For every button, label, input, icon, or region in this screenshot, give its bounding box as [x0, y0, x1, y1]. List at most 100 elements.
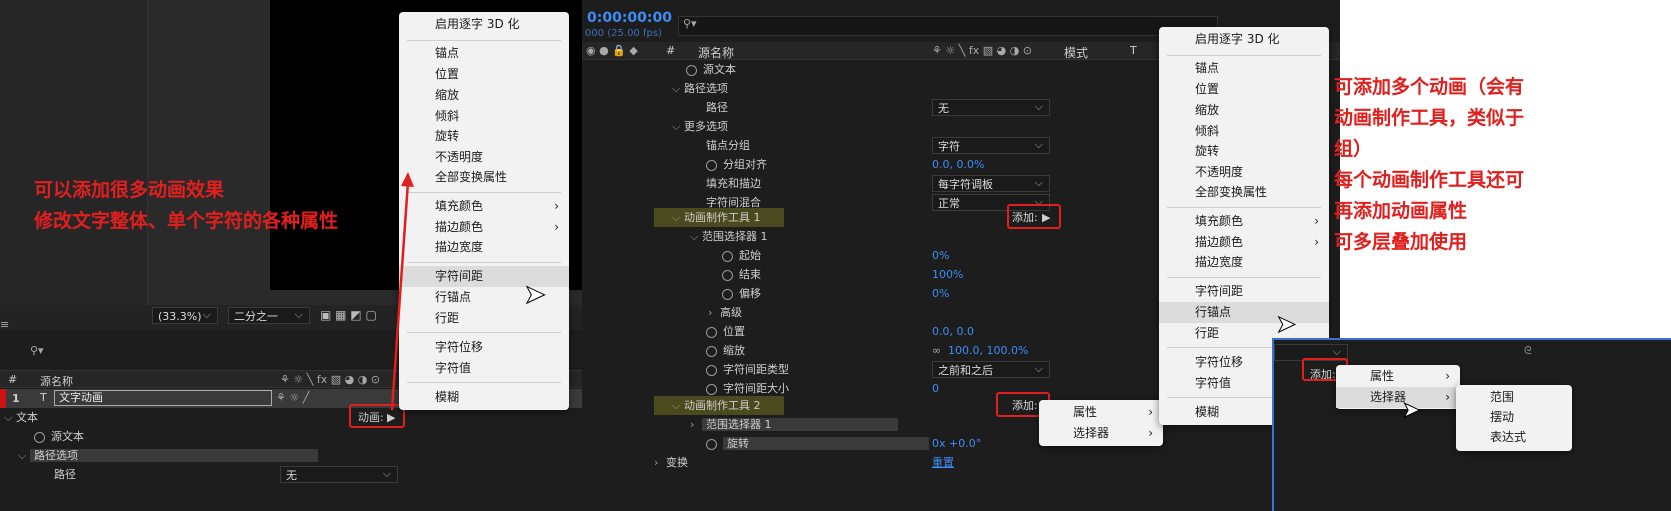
- text-layer-icon: T: [40, 391, 47, 404]
- mouse-cursor-icon: ➤: [524, 280, 547, 311]
- menu-item-opacity[interactable]: 不透明度: [399, 147, 569, 168]
- menu-item-char-offset[interactable]: 字符位移: [399, 337, 569, 358]
- search-field[interactable]: ⚲▾: [678, 16, 1218, 36]
- menu-item-all-transform[interactable]: 全部变换属性: [1159, 182, 1329, 203]
- menu-item-range[interactable]: 范围: [1456, 387, 1572, 408]
- menu-icon[interactable]: ≡: [0, 318, 9, 331]
- menu-item-char-value[interactable]: 字符值: [399, 358, 569, 379]
- menu-item-property[interactable]: 属性 ›: [1336, 366, 1460, 387]
- submenu-arrow-icon: ›: [554, 199, 559, 213]
- timecode[interactable]: 0:00:00:00: [587, 10, 672, 26]
- annotation-line: 可以添加很多动画效果: [34, 179, 225, 201]
- menu-item-property[interactable]: 属性 ›: [1039, 402, 1163, 423]
- search-icon[interactable]: ⚲▾: [30, 344, 44, 357]
- path-options-row[interactable]: ⌵ 路径选项: [0, 446, 582, 465]
- annotation-line: 可添加多个动画（会有: [1334, 76, 1525, 98]
- mouse-cursor-icon: ➤: [1275, 310, 1297, 339]
- menu-item-scale[interactable]: 缩放: [399, 85, 569, 106]
- submenu-arrow-icon: ›: [1314, 214, 1319, 228]
- zoom-dropdown[interactable]: (33.3%): [152, 306, 218, 324]
- menu-item-all-transform[interactable]: 全部变换属性: [399, 167, 569, 188]
- fill-stroke-dropdown[interactable]: 每字符调板: [932, 174, 1050, 192]
- left-animate-menu: 启用逐字 3D 化 锚点 位置 缩放 倾斜 旋转 不透明度 全部变换属性 填充颜…: [399, 12, 569, 410]
- header-mode: 模式: [1064, 46, 1089, 60]
- menu-item-position[interactable]: 位置: [1159, 79, 1329, 100]
- path-dropdown[interactable]: 无: [280, 465, 398, 483]
- menu-item-wiggly[interactable]: 摆动: [1456, 407, 1572, 428]
- prop-row[interactable]: 旋转 0x +0.0°: [582, 434, 1340, 453]
- inset-add-menu: 属性 › 选择器 ›: [1336, 365, 1460, 409]
- submenu-arrow-icon: ›: [554, 220, 559, 234]
- menu-item-rotation[interactable]: 旋转: [399, 126, 569, 147]
- menu-item-fill-color[interactable]: 填充颜色 ›: [1159, 211, 1329, 232]
- submenu-arrow-icon: ›: [1445, 369, 1450, 383]
- menu-item-enable-3d[interactable]: 启用逐字 3D 化: [1159, 29, 1329, 50]
- layer-name-field[interactable]: 文字动画: [54, 390, 272, 406]
- menu-item-anchor[interactable]: 锚点: [399, 43, 569, 64]
- add-highlight-1: [1007, 204, 1061, 229]
- annotation-line: 每个动画制作工具还可: [1334, 169, 1525, 191]
- prop-row[interactable]: › 变换 重置: [582, 453, 1340, 472]
- menu-item-scale[interactable]: 缩放: [1159, 100, 1329, 121]
- header-name: 源名称: [40, 375, 73, 388]
- annotation-line: 可多层叠加使用: [1334, 231, 1468, 253]
- path-dropdown[interactable]: 无: [932, 98, 1050, 116]
- header-t: T: [1130, 44, 1137, 57]
- source-text-row[interactable]: 源文本: [0, 427, 582, 446]
- menu-item-stroke-color[interactable]: 描边颜色 ›: [399, 217, 569, 238]
- annotation-line: 修改文字整体、单个字符的各种属性: [34, 210, 339, 232]
- submenu-arrow-icon: ›: [1445, 390, 1450, 404]
- path-options-label: 路径选项: [30, 449, 318, 462]
- link-icon[interactable]: ∞: [932, 341, 941, 360]
- menu-item-expression[interactable]: 表达式: [1456, 427, 1572, 448]
- menu-item-anchor[interactable]: 锚点: [1159, 58, 1329, 79]
- layer-switches[interactable]: ⚘ ☼ ╱: [276, 391, 309, 404]
- switch-icons: ⚘ ☼ ╲ fx ▧ ◕ ◑ ⊙: [280, 373, 381, 386]
- resolution-dropdown[interactable]: 二分之一: [228, 306, 310, 324]
- anchor-group-dropdown[interactable]: 字符: [932, 136, 1050, 154]
- selector-submenu: 范围 摆动 表达式: [1456, 385, 1572, 451]
- add-submenu: 属性 › 选择器 ›: [1039, 400, 1163, 446]
- menu-item-opacity[interactable]: 不透明度: [1159, 162, 1329, 183]
- annotation-left: 可以添加很多动画效果 修改文字整体、单个字符的各种属性: [34, 175, 338, 237]
- menu-item-line-spacing[interactable]: 行距: [399, 308, 569, 329]
- menu-item-rotation[interactable]: 旋转: [1159, 141, 1329, 162]
- menu-item-line-anchor[interactable]: 行锚点: [1159, 302, 1329, 323]
- annotation-right: 可添加多个动画（会有 动画制作工具，类似于 组） 每个动画制作工具还可 再添加动…: [1334, 72, 1524, 258]
- menu-item-selector[interactable]: 选择器 ›: [1039, 423, 1163, 444]
- submenu-arrow-icon: ›: [1148, 405, 1153, 419]
- submenu-arrow-icon: ›: [1314, 235, 1319, 249]
- submenu-arrow-icon: ›: [1148, 426, 1153, 440]
- header-num: #: [8, 373, 18, 386]
- annotation-line: 再添加动画属性: [1334, 200, 1468, 222]
- menu-item-skew[interactable]: 倾斜: [1159, 121, 1329, 142]
- tracking-type-dropdown[interactable]: 之前和之后: [932, 360, 1050, 378]
- header-num: #: [666, 44, 676, 57]
- menu-item-enable-3d[interactable]: 启用逐字 3D 化: [399, 14, 569, 35]
- annotation-arrow: [390, 172, 414, 411]
- menu-item-skew[interactable]: 倾斜: [399, 106, 569, 127]
- menu-item-fill-color[interactable]: 填充颜色 ›: [399, 196, 569, 217]
- menu-item-selector[interactable]: 选择器 ›: [1336, 387, 1460, 408]
- path-row[interactable]: 路径 无: [0, 465, 582, 484]
- text-row[interactable]: ⌵ 文本 动画: ▶: [0, 408, 582, 427]
- viewer-left-strip: [0, 0, 148, 305]
- toggle-icons[interactable]: ▣ ▦ ◩ ▢: [320, 308, 377, 322]
- menu-item-stroke-width[interactable]: 描边宽度: [399, 237, 569, 258]
- switch-icons: ⚘ ☼ ╲ fx ▧ ◕ ◑ ⊙: [932, 44, 1033, 57]
- spiral-icon[interactable]: ᘓ: [1524, 344, 1532, 358]
- av-switch-icons: ◉ ● 🔒 ◆: [586, 44, 638, 57]
- header-name: 源名称: [698, 46, 735, 60]
- text-group-label: 文本: [16, 411, 38, 424]
- menu-item-blur[interactable]: 模糊: [399, 387, 569, 408]
- annotation-line: 组）: [1334, 138, 1373, 160]
- menu-item-position[interactable]: 位置: [399, 64, 569, 85]
- path-label: 路径: [54, 468, 76, 481]
- mouse-cursor-icon: ➤: [1401, 398, 1421, 424]
- stopwatch-icon[interactable]: [34, 431, 45, 443]
- layer-label-color: [0, 389, 6, 408]
- annotation-line: 动画制作工具，类似于: [1334, 107, 1525, 129]
- menu-item-tracking[interactable]: 字符间距: [1159, 281, 1329, 302]
- menu-item-stroke-width[interactable]: 描边宽度: [1159, 252, 1329, 273]
- menu-item-stroke-color[interactable]: 描边颜色 ›: [1159, 232, 1329, 253]
